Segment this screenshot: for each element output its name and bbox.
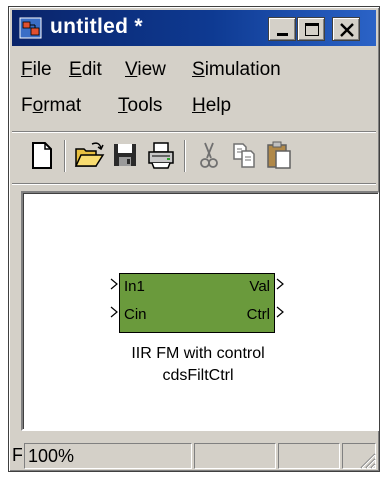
menu-bar: File Edit View Simulation <box>12 55 376 87</box>
toolbar-divider <box>12 183 376 185</box>
model-window: untitled * File Edit View Simulation For… <box>8 6 380 472</box>
model-canvas[interactable]: In1 Cin Val Ctrl IIR FM with control cds… <box>21 191 379 431</box>
copy-icon <box>233 143 255 168</box>
menu-bar-row-2: Format Tools Help <box>12 91 376 123</box>
input-port-label: Cin <box>124 306 147 323</box>
output-port-arrow-icon <box>276 278 284 290</box>
input-port-arrow-icon <box>110 306 118 318</box>
title-bar[interactable]: untitled * <box>12 10 376 46</box>
resize-grip-icon[interactable] <box>358 451 376 469</box>
block-name: IIR FM with control <box>131 345 265 362</box>
input-port-arrow-icon <box>110 278 118 290</box>
new-document-icon <box>32 142 52 169</box>
status-panel <box>278 443 340 469</box>
save-icon <box>114 144 136 166</box>
subsystem-block[interactable]: In1 Cin Val Ctrl <box>119 273 275 333</box>
menu-edit[interactable]: Edit <box>67 59 104 81</box>
close-icon <box>340 23 354 37</box>
toolbar <box>12 135 376 179</box>
open-button[interactable] <box>72 138 106 172</box>
input-port-label: In1 <box>124 278 145 295</box>
menu-file[interactable]: File <box>19 59 54 81</box>
menu-tools[interactable]: Tools <box>116 95 164 117</box>
maximize-icon <box>305 23 319 36</box>
output-port-arrow-icon <box>276 306 284 318</box>
save-button[interactable] <box>108 138 142 172</box>
toolbar-separator <box>184 140 186 172</box>
zoom-level: 100% <box>24 443 192 469</box>
open-folder-icon <box>74 142 105 167</box>
status-panel <box>194 443 276 469</box>
cut-icon <box>200 142 218 168</box>
block-caption[interactable]: IIR FM with control cdsFiltCtrl <box>63 343 333 387</box>
block-mask-type: cdsFiltCtrl <box>162 367 234 384</box>
print-button[interactable] <box>144 138 178 172</box>
cut-button[interactable] <box>192 138 226 172</box>
copy-button[interactable] <box>228 138 262 172</box>
new-button[interactable] <box>24 138 58 172</box>
menu-format[interactable]: Format <box>19 95 83 117</box>
menu-view[interactable]: View <box>123 59 168 81</box>
paste-icon <box>267 141 291 169</box>
status-text: F <box>12 445 22 465</box>
minimize-icon <box>277 33 288 36</box>
print-icon <box>148 142 174 169</box>
paste-button[interactable] <box>262 138 296 172</box>
toolbar-separator <box>64 140 66 172</box>
maximize-button[interactable] <box>297 17 325 41</box>
simulink-model-icon <box>19 17 42 39</box>
window-title: untitled * <box>50 15 143 38</box>
status-bar: F 100% <box>12 441 376 469</box>
menu-simulation[interactable]: Simulation <box>190 59 283 81</box>
minimize-button[interactable] <box>268 17 296 41</box>
menu-help[interactable]: Help <box>190 95 233 117</box>
output-port-label: Val <box>249 278 270 295</box>
menu-divider <box>12 131 376 133</box>
output-port-label: Ctrl <box>246 306 270 323</box>
close-button[interactable] <box>332 17 360 41</box>
